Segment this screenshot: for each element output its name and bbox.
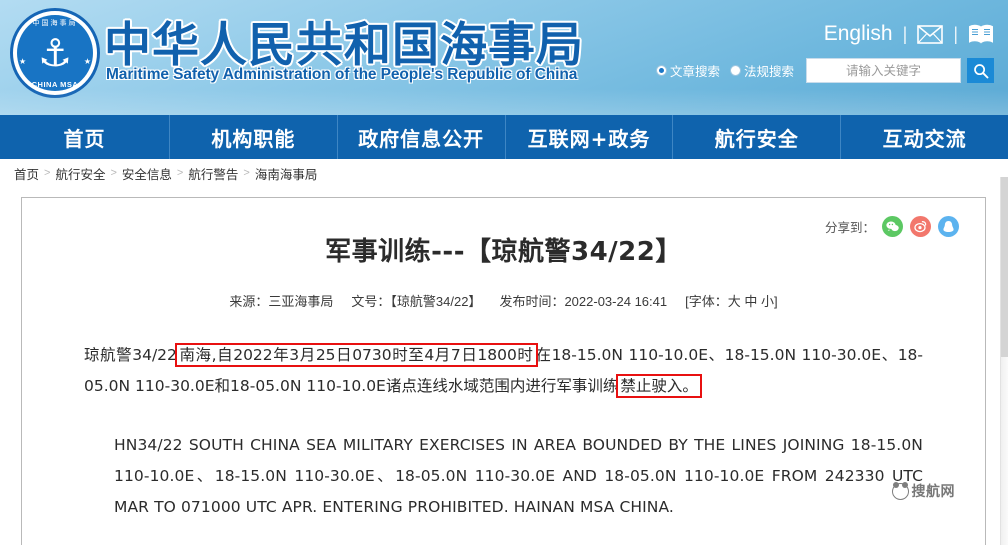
body-cn-prefix: 琼航警34/22	[84, 346, 177, 364]
main-navigation: 首页 机构职能 政府信息公开 互联网+政务 航行安全 互动交流	[0, 115, 1008, 159]
nav-item-interaction[interactable]: 互动交流	[841, 115, 1008, 159]
search-option-regulation[interactable]: 法规搜索	[729, 61, 794, 80]
article-paragraph-chinese: 琼航警34/22 南海,自2022年3月25日0730时至4月7日1800时 在18…	[84, 340, 923, 402]
page-root: 中国海事局 ★ ★ ⚓ CHINA MSA 中华人民共和国海事局 Maritim…	[0, 0, 1008, 545]
body-cn-highlight-prohibition: 禁止驶入。	[616, 374, 702, 398]
breadcrumb-item-navigation-safety[interactable]: 航行安全	[55, 164, 105, 183]
breadcrumb: 首页 > 航行安全 > 安全信息 > 航行警告 > 海南海事局	[0, 159, 1008, 187]
qq-icon[interactable]	[938, 216, 959, 237]
search-option-regulation-label: 法规搜索	[743, 65, 794, 79]
nav-item-functions[interactable]: 机构职能	[170, 115, 338, 159]
msa-emblem-icon: 中国海事局 ★ ★ ⚓ CHINA MSA	[10, 8, 100, 98]
font-size-close: ]	[774, 294, 778, 309]
anchor-icon: ⚓	[37, 33, 73, 75]
meta-publish-label: 发布时间：	[499, 294, 565, 309]
search-bar: 文章搜索 法规搜索	[655, 58, 994, 83]
meta-source-label: 来源：	[229, 294, 269, 309]
share-label: 分享到：	[824, 221, 875, 235]
search-input[interactable]	[806, 58, 961, 83]
book-icon[interactable]	[968, 24, 994, 44]
meta-source-value: 三亚海事局	[268, 294, 334, 309]
emblem-star-right-icon: ★	[83, 57, 91, 66]
font-size-open: [字体：	[685, 294, 728, 309]
meta-docno-label: 文号：	[351, 294, 391, 309]
scrollbar-thumb[interactable]	[1001, 177, 1008, 357]
radio-icon-regulation[interactable]	[729, 65, 741, 76]
search-button[interactable]	[967, 58, 994, 83]
nav-item-internet-affairs[interactable]: 互联网+政务	[506, 115, 674, 159]
article-paragraph-english: HN34/22 SOUTH CHINA SEA MILITARY EXERCIS…	[114, 436, 923, 516]
radio-icon-article[interactable]	[655, 65, 667, 76]
breadcrumb-separator-2: >	[110, 167, 117, 179]
breadcrumb-item-hainan-msa[interactable]: 海南海事局	[255, 164, 318, 183]
breadcrumb-separator-4: >	[243, 167, 250, 179]
breadcrumb-separator-1: >	[44, 167, 51, 179]
search-option-article-label: 文章搜索	[669, 65, 720, 79]
english-link[interactable]: English	[824, 22, 893, 46]
breadcrumb-item-home[interactable]: 首页	[14, 164, 39, 183]
mail-icon[interactable]	[917, 24, 944, 44]
search-option-article[interactable]: 文章搜索	[655, 61, 720, 80]
article-meta: 来源：三亚海事局 文号：【琼航警34/22】 发布时间：2022-03-24 16:…	[22, 291, 985, 310]
header-links: English | |	[824, 22, 994, 46]
site-header: 中国海事局 ★ ★ ⚓ CHINA MSA 中华人民共和国海事局 Maritim…	[0, 0, 1008, 115]
font-size-large[interactable]: 大	[728, 294, 741, 309]
nav-item-government-info[interactable]: 政府信息公开	[338, 115, 506, 159]
search-scope-group: 文章搜索 法规搜索	[655, 61, 794, 80]
link-separator-1: |	[902, 23, 908, 44]
site-logo[interactable]: 中国海事局 ★ ★ ⚓ CHINA MSA	[6, 4, 102, 104]
article-body: 琼航警34/22 南海,自2022年3月25日0730时至4月7日1800时 在18…	[84, 340, 923, 523]
emblem-ring-text: 中国海事局	[32, 20, 78, 27]
site-title-en: Maritime Safety Administration of the Pe…	[106, 66, 578, 83]
breadcrumb-item-navigation-warning[interactable]: 航行警告	[188, 164, 238, 183]
emblem-bottom-text: CHINA MSA	[31, 80, 79, 89]
breadcrumb-separator-3: >	[176, 167, 184, 179]
meta-publish-value: 2022-03-24 16:41	[564, 294, 668, 309]
font-size-medium[interactable]: 中	[744, 294, 757, 309]
meta-docno-value: 【琼航警34/22】	[390, 294, 482, 309]
emblem-star-left-icon: ★	[19, 57, 27, 66]
font-size-small[interactable]: 小	[761, 294, 774, 309]
search-icon	[973, 63, 989, 79]
nav-item-home[interactable]: 首页	[0, 115, 170, 159]
article-card: 分享到： 军事训练---【琼航警34/22】 来源：三亚海事局 文号：【琼航警3…	[21, 197, 986, 545]
body-cn-highlight-period: 南海,自2022年3月25日0730时至4月7日1800时	[174, 343, 538, 367]
wechat-icon[interactable]	[882, 216, 903, 237]
weibo-icon[interactable]	[910, 216, 931, 237]
breadcrumb-item-safety-info[interactable]: 安全信息	[122, 164, 172, 183]
site-title-cn: 中华人民共和国海事局	[104, 18, 584, 73]
page-scrollbar[interactable]	[1000, 177, 1008, 545]
link-separator-2: |	[953, 23, 958, 44]
share-bar: 分享到：	[825, 216, 959, 237]
nav-item-navigation-safety[interactable]: 航行安全	[673, 115, 842, 159]
